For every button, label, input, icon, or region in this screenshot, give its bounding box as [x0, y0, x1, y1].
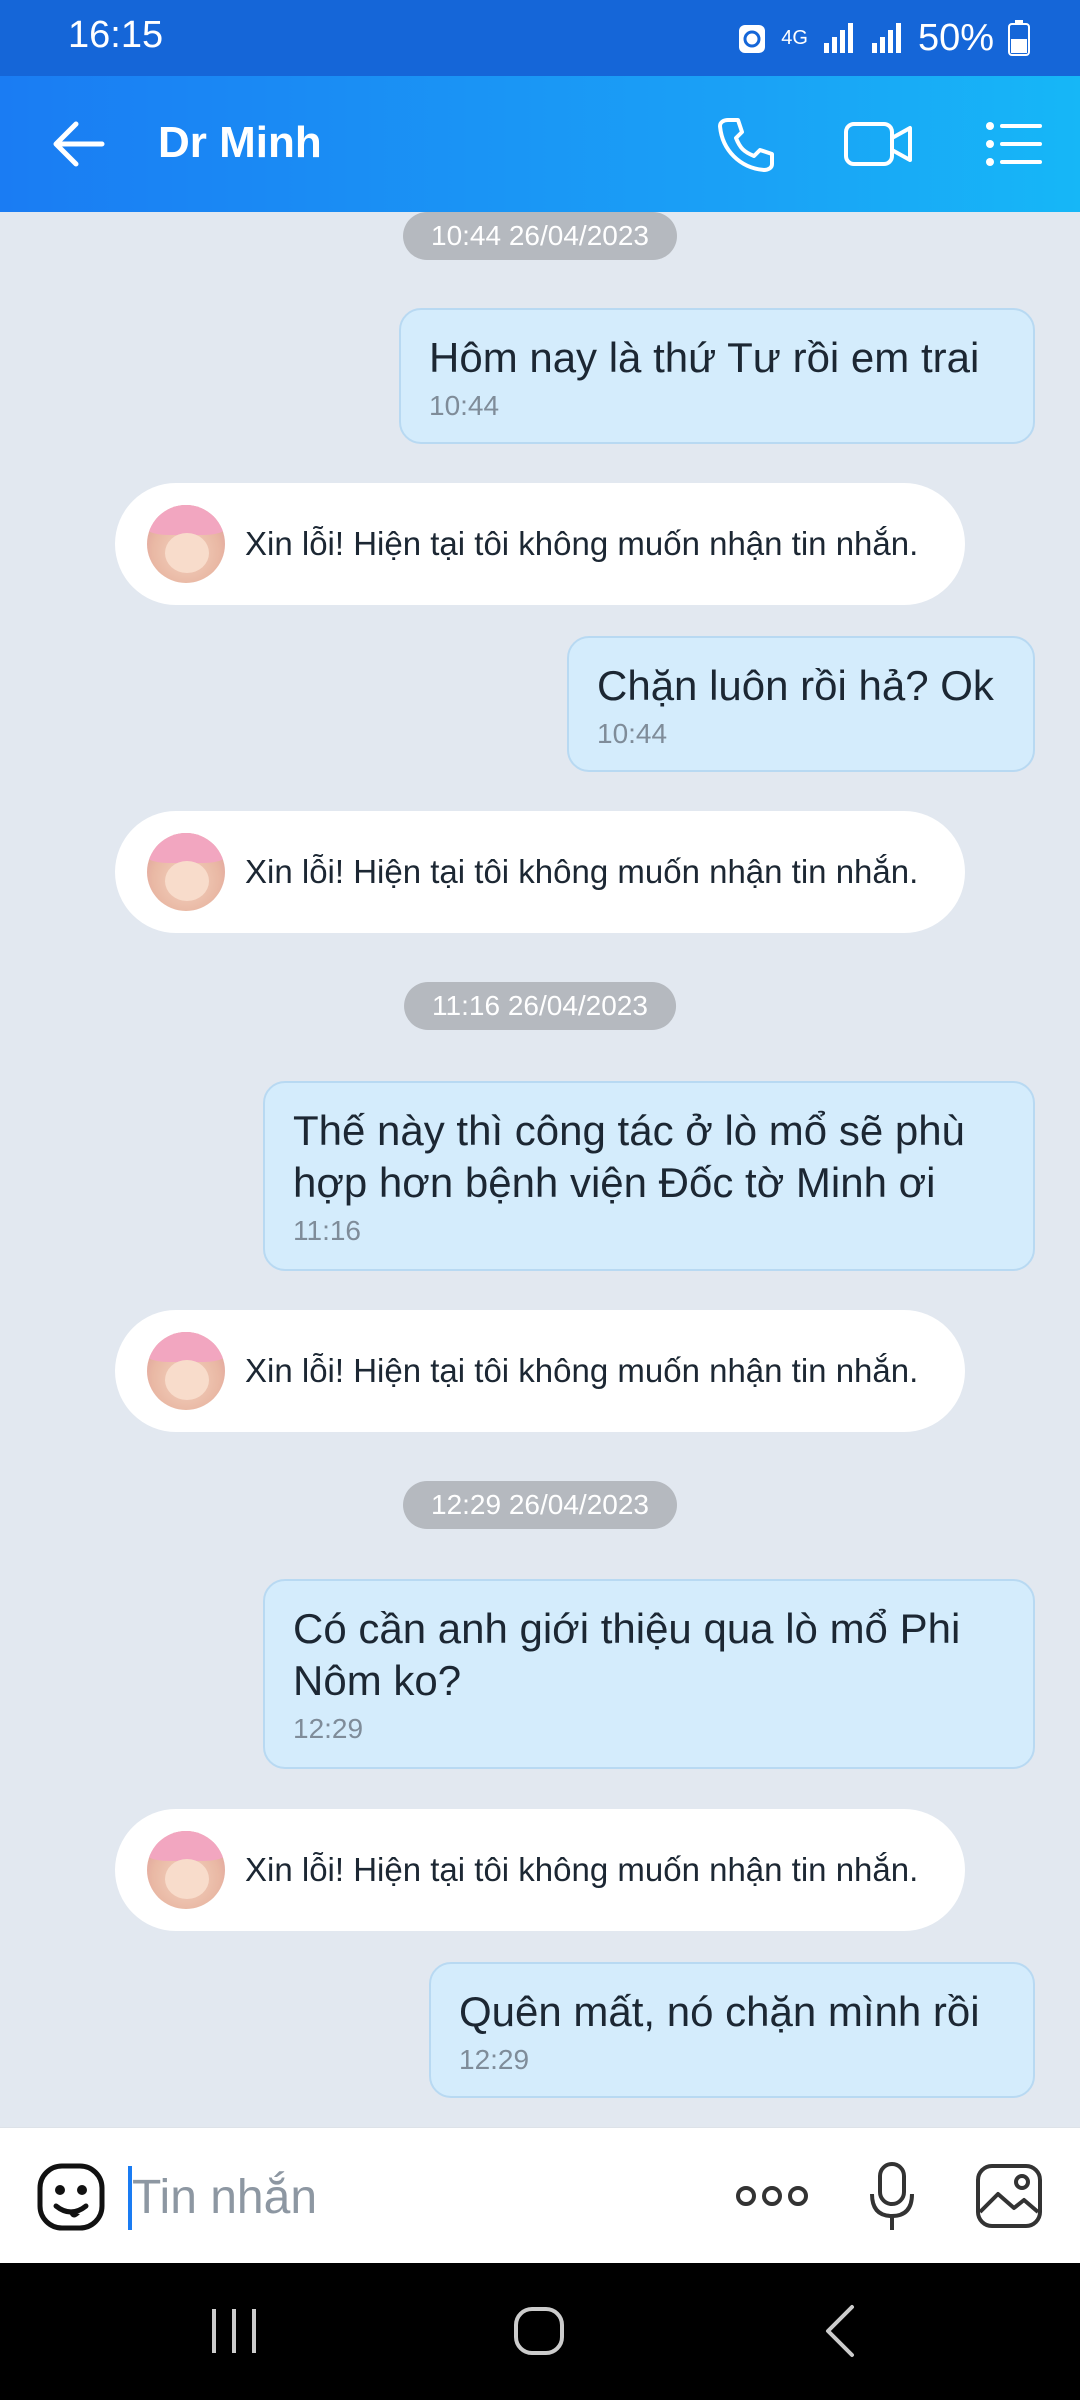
message-input[interactable]: Tin nhắn [132, 2166, 317, 2230]
contact-name[interactable]: Dr Minh [158, 118, 322, 168]
message-text: Xin lỗi! Hiện tại tôi không muốn nhận ti… [245, 525, 919, 562]
video-call-icon[interactable] [842, 112, 914, 176]
battery-percent: 50% [917, 16, 994, 59]
back-nav-icon[interactable] [818, 2303, 862, 2359]
outgoing-message[interactable]: Quên mất, nó chặn mình rồi 12:29 [429, 1962, 1035, 2098]
signal-icon [823, 23, 853, 53]
outgoing-message[interactable]: Thế này thì công tác ở lò mổ sẽ phù hợp … [263, 1081, 1035, 1271]
signal-icon-2 [871, 23, 901, 53]
status-time: 16:15 [68, 14, 164, 56]
incoming-message[interactable]: Xin lỗi! Hiện tại tôi không muốn nhận ti… [115, 1310, 965, 1432]
avatar[interactable] [147, 505, 225, 583]
incoming-message[interactable]: Xin lỗi! Hiện tại tôi không muốn nhận ti… [115, 811, 965, 933]
battery-icon [1008, 20, 1030, 56]
phone-icon[interactable] [714, 112, 778, 176]
message-text: Xin lỗi! Hiện tại tôi không muốn nhận ti… [245, 853, 919, 890]
avatar[interactable] [147, 1831, 225, 1909]
message-text-line: Nôm ko? [293, 1657, 462, 1704]
menu-list-icon[interactable] [982, 112, 1046, 176]
avatar[interactable] [147, 1332, 225, 1410]
timestamp-divider: 11:16 26/04/2023 [404, 982, 676, 1030]
status-icons: 4G 50% [737, 14, 1030, 62]
message-time: 11:16 [293, 1215, 361, 1246]
timestamp-divider: 12:29 26/04/2023 [403, 1481, 677, 1529]
message-text: Xin lỗi! Hiện tại tôi không muốn nhận ti… [245, 1352, 919, 1389]
message-text-line: Có cần anh giới thiệu qua lò mổ Phi [293, 1605, 961, 1652]
message-list[interactable]: 10:44 26/04/2023 Hôm nay là thứ Tư rồi e… [0, 212, 1080, 2127]
outgoing-message[interactable]: Hôm nay là thứ Tư rồi em trai 10:44 [399, 308, 1035, 444]
network-type: 4G [781, 27, 808, 49]
message-text-line: Thế này thì công tác ở lò mổ sẽ phù [293, 1107, 965, 1154]
message-time: 12:29 [459, 2044, 530, 2075]
recycle-icon [739, 25, 766, 53]
recent-apps-icon[interactable] [206, 2303, 262, 2359]
outgoing-message[interactable]: Có cần anh giới thiệu qua lò mổ Phi Nôm … [263, 1579, 1035, 1769]
message-composer: Tin nhắn [0, 2127, 1080, 2264]
chat-header: Dr Minh [0, 76, 1080, 212]
message-time: 10:44 [429, 390, 500, 421]
home-icon[interactable] [510, 2303, 570, 2359]
message-text-line: hợp hơn bệnh viện Đốc tờ Minh ơi [293, 1159, 936, 1206]
sticker-emoji-icon[interactable] [36, 2162, 106, 2232]
message-text: Xin lỗi! Hiện tại tôi không muốn nhận ti… [245, 1851, 919, 1888]
avatar[interactable] [147, 833, 225, 911]
status-bar: 16:15 4G 50% [0, 0, 1080, 76]
more-options-icon[interactable] [734, 2178, 810, 2214]
message-text: Quên mất, nó chặn mình rồi [459, 1988, 980, 2035]
system-navigation-bar [0, 2263, 1080, 2400]
back-arrow-icon[interactable] [48, 116, 108, 172]
incoming-message[interactable]: Xin lỗi! Hiện tại tôi không muốn nhận ti… [115, 483, 965, 605]
message-time: 12:29 [293, 1713, 364, 1744]
microphone-icon[interactable] [866, 2160, 918, 2234]
incoming-message[interactable]: Xin lỗi! Hiện tại tôi không muốn nhận ti… [115, 1809, 965, 1931]
message-time: 10:44 [597, 718, 668, 749]
message-text: Chặn luôn rồi hả? Ok [597, 662, 994, 709]
outgoing-message[interactable]: Chặn luôn rồi hả? Ok 10:44 [567, 636, 1035, 772]
timestamp-divider: 10:44 26/04/2023 [403, 212, 677, 260]
message-text: Hôm nay là thứ Tư rồi em trai [429, 334, 980, 381]
image-gallery-icon[interactable] [974, 2162, 1044, 2230]
